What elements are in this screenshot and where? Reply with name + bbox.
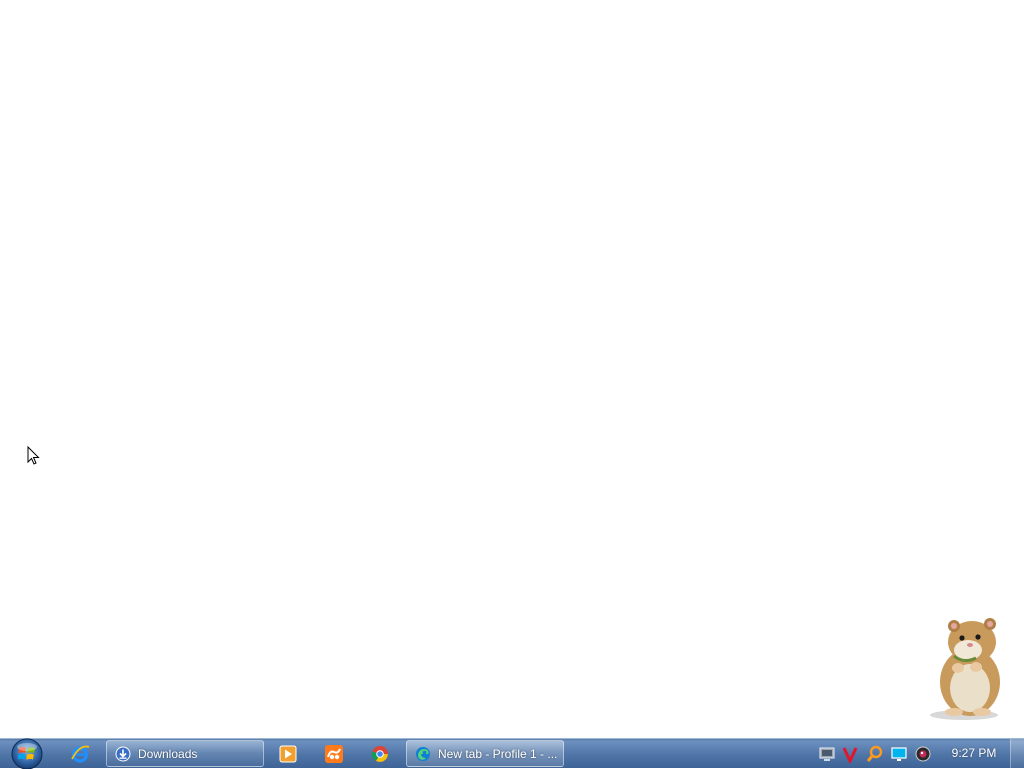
internet-explorer-icon [71, 745, 90, 763]
pinned-media-player[interactable] [268, 740, 308, 768]
task-label-downloads: Downloads [138, 746, 198, 761]
pinned-uc-browser[interactable] [314, 740, 354, 768]
downloads-icon [115, 746, 131, 761]
pinned-internet-explorer[interactable] [60, 740, 100, 768]
task-label-edge: New tab - Profile 1 - ... [438, 746, 558, 761]
pinned-chrome[interactable] [360, 740, 400, 768]
search-tray-icon[interactable] [866, 745, 884, 763]
edge-icon [416, 746, 430, 761]
webcam-icon[interactable] [914, 745, 932, 763]
system-clock[interactable]: 9:27 PM [944, 739, 1004, 769]
vivaldi-icon[interactable] [841, 745, 859, 763]
taskbar-window-downloads[interactable]: Downloads [106, 740, 264, 767]
taskbar-window-edge-new-tab[interactable]: New tab - Profile 1 - ... [406, 740, 564, 767]
taskbar: Downloads New tab - Profile 1 - ... 9:27… [0, 738, 1024, 769]
desktop[interactable] [0, 0, 1024, 738]
windows-start-orb[interactable] [8, 738, 46, 769]
show-desktop-button[interactable] [1010, 739, 1024, 769]
arrow-cursor [27, 446, 40, 465]
media-player-icon [279, 745, 297, 763]
chrome-icon [371, 746, 388, 762]
network-icon[interactable] [818, 745, 836, 763]
uc-browser-icon [325, 745, 343, 763]
hamster-mascot[interactable] [924, 612, 1010, 722]
display-icon[interactable] [890, 745, 908, 763]
